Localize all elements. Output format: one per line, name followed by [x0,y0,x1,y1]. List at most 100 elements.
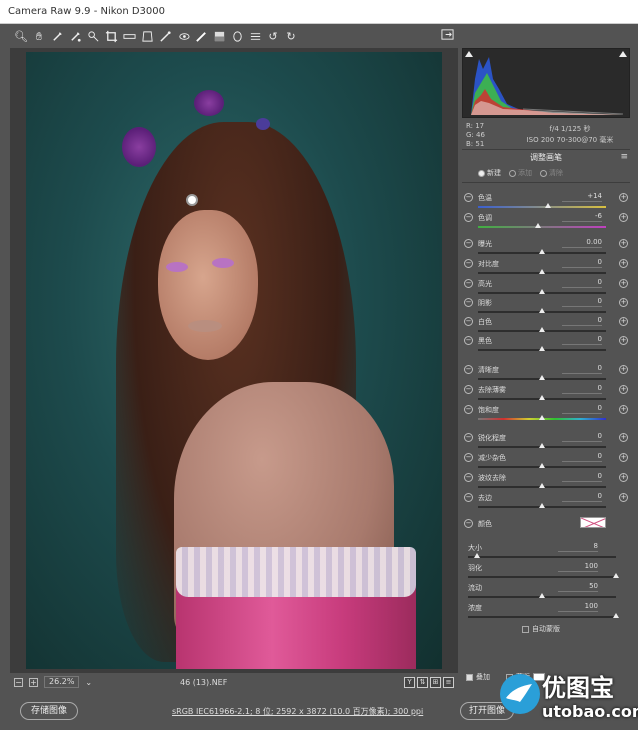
slider-thumb[interactable] [539,483,545,488]
mode-add[interactable]: 添加 [509,168,532,178]
zoom-dropdown-icon[interactable]: ⌄ [85,678,92,687]
slider-track[interactable] [478,308,606,313]
slider-value[interactable]: 0 [562,316,602,326]
graduated-filter-icon[interactable] [212,30,226,44]
minus-icon[interactable]: − [464,213,473,222]
plus-icon[interactable]: + [619,336,628,345]
slider-value[interactable]: 0 [562,258,602,268]
minus-icon[interactable]: − [464,433,473,442]
zoom-icon[interactable]: 🔍︎ [14,30,28,44]
target-adjust-icon[interactable] [86,30,100,44]
slider-value[interactable]: 0 [562,492,602,502]
plus-icon[interactable]: + [619,365,628,374]
slider-value[interactable]: 0 [562,384,602,394]
slider-track[interactable] [478,346,606,351]
copy-settings-icon[interactable]: ⊞ [430,676,441,688]
radio-icon[interactable] [478,169,485,177]
brush-slider-track[interactable] [468,553,616,558]
slider-value[interactable]: 0.00 [562,238,602,248]
mode-new[interactable]: 新建 [478,168,501,178]
brush-slider-thumb[interactable] [473,553,480,558]
overlay-option[interactable]: 叠加 [466,672,490,682]
color-sampler-icon[interactable] [68,30,82,44]
slider-value[interactable]: 0 [562,364,602,374]
before-after-y-button[interactable]: Y [404,676,415,688]
slider-thumb[interactable] [539,269,545,274]
slider-track[interactable] [478,327,606,332]
slider-track[interactable] [478,249,606,254]
brush-slider-thumb[interactable] [613,613,619,618]
white-balance-icon[interactable] [50,30,64,44]
minus-icon[interactable]: − [464,519,473,528]
slider-thumb[interactable] [539,395,545,400]
crop-icon[interactable] [104,30,118,44]
zoom-in-button[interactable]: + [29,677,38,687]
automask-checkbox[interactable] [522,625,529,633]
automask-option[interactable]: 自动蒙版 [522,624,560,634]
minus-icon[interactable]: − [464,298,473,307]
plus-icon[interactable]: + [619,493,628,502]
minus-icon[interactable]: − [464,193,473,202]
plus-icon[interactable]: + [619,193,628,202]
zoom-out-button[interactable]: − [14,677,23,687]
plus-icon[interactable]: + [619,213,628,222]
minus-icon[interactable]: − [464,365,473,374]
plus-icon[interactable]: + [619,298,628,307]
hand-icon[interactable]: ✋︎ [32,30,46,44]
minus-icon[interactable]: − [464,279,473,288]
plus-icon[interactable]: + [619,317,628,326]
brush-slider-thumb[interactable] [539,593,545,598]
radial-filter-icon[interactable] [230,30,244,44]
brush-pin[interactable] [186,194,198,206]
slider-track[interactable] [478,269,606,274]
slider-thumb[interactable] [539,503,545,508]
swap-before-after-icon[interactable]: ⇅ [417,676,428,688]
plus-icon[interactable]: + [619,433,628,442]
straighten-icon[interactable] [122,30,136,44]
minus-icon[interactable]: − [464,493,473,502]
overlay-checkbox[interactable] [466,673,473,681]
slider-track[interactable] [478,463,606,468]
radio-icon[interactable] [540,169,547,177]
spot-removal-icon[interactable] [158,30,172,44]
slider-thumb[interactable] [539,346,545,351]
minus-icon[interactable]: − [464,336,473,345]
slider-thumb[interactable] [539,308,545,313]
slider-track[interactable] [478,415,606,420]
slider-track[interactable] [478,223,606,228]
image-canvas[interactable] [10,48,458,673]
slider-thumb[interactable] [539,415,545,420]
slider-value[interactable]: 0 [562,404,602,414]
brush-slider-track[interactable] [468,593,616,598]
slider-thumb[interactable] [539,327,545,332]
rotate-cw-icon[interactable]: ↻ [284,30,298,44]
rotate-ccw-icon[interactable]: ↺ [266,30,280,44]
toggle-settings-icon[interactable]: ≡ [443,676,454,688]
slider-track[interactable] [478,289,606,294]
slider-track[interactable] [478,503,606,508]
plus-icon[interactable]: + [619,259,628,268]
brush-slider-value[interactable]: 50 [558,582,598,592]
slider-value[interactable]: 0 [562,297,602,307]
brush-slider-track[interactable] [468,613,619,618]
slider-value[interactable]: +14 [562,192,602,202]
slider-thumb[interactable] [539,289,545,294]
minus-icon[interactable]: − [464,259,473,268]
slider-thumb[interactable] [539,375,545,380]
plus-icon[interactable]: + [619,385,628,394]
minus-icon[interactable]: − [464,473,473,482]
minus-icon[interactable]: − [464,405,473,414]
slider-track[interactable] [478,375,606,380]
brush-slider-track[interactable] [468,573,619,578]
minus-icon[interactable]: − [464,317,473,326]
slider-thumb[interactable] [539,463,545,468]
preferences-icon[interactable] [248,30,262,44]
radio-icon[interactable] [509,169,516,177]
slider-value[interactable]: 0 [562,452,602,462]
brush-slider-thumb[interactable] [613,573,619,578]
mode-erase[interactable]: 清除 [540,168,563,178]
fullscreen-icon[interactable] [440,28,454,42]
slider-thumb[interactable] [539,249,545,254]
brush-slider-value[interactable]: 8 [558,542,598,552]
save-image-button[interactable]: 存储图像 [20,702,79,720]
